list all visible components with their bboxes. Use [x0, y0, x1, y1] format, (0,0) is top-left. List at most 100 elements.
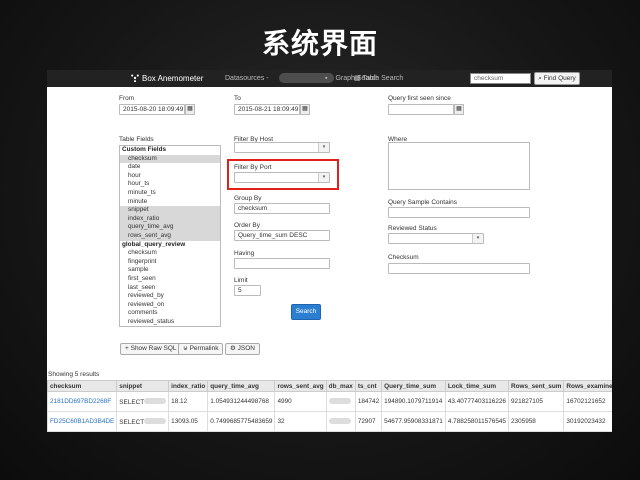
table-cell: 2305958 — [507, 411, 565, 432]
first-seen-calendar-icon[interactable]: ▦ — [454, 104, 464, 115]
field-option[interactable]: last_seen — [120, 284, 220, 293]
redacted-area — [328, 397, 351, 404]
find-query-label: Find Query — [543, 75, 576, 82]
field-option[interactable]: fingerprint — [120, 258, 220, 267]
field-option[interactable]: index_ratio — [120, 214, 220, 224]
datasources-menu[interactable]: Datasources - — [225, 70, 269, 87]
plus-icon: + — [125, 345, 129, 352]
table-cell: 0.7499685775483659 — [207, 411, 276, 432]
table-fields-listbox[interactable]: Custom Fields checksum date hour hour_ts minu… — [119, 145, 221, 327]
first-seen-input[interactable] — [388, 104, 454, 115]
brand-link[interactable]: Box Anemometer — [131, 70, 203, 87]
search-icon: ⌕ — [538, 75, 542, 82]
to-input[interactable]: 2015-08-21 18:09:49 — [234, 104, 300, 115]
gear-icon: ⚙ — [230, 345, 236, 352]
field-option[interactable]: first_seen — [120, 275, 220, 284]
field-option[interactable]: sample — [120, 266, 220, 275]
order-by-input[interactable]: Query_time_sum DESC — [234, 230, 330, 241]
filter-port-highlight-box — [227, 159, 339, 190]
order-by-label: Order By — [234, 222, 261, 229]
field-option[interactable]: minute — [120, 198, 220, 207]
redacted-area — [144, 397, 167, 404]
field-option[interactable]: reviewed_on — [120, 301, 220, 310]
table-cell: 1.054931244498768 — [207, 391, 276, 412]
to-calendar-icon[interactable]: ▦ — [300, 104, 310, 115]
reviewed-status-select[interactable]: ▾ — [388, 233, 484, 244]
table-cell: 16702121652 — [563, 391, 612, 412]
from-input[interactable]: 2015-08-20 18:09:49 — [119, 104, 185, 115]
field-option[interactable]: query_time_avg — [120, 223, 220, 232]
column-header[interactable]: index_ratio — [168, 380, 209, 392]
column-header[interactable]: Rows_sent_sum — [507, 380, 565, 392]
column-header[interactable]: query_time_avg — [207, 380, 276, 392]
app-window: Box Anemometer Datasources - ▪ Graph Sea… — [47, 70, 612, 432]
field-option[interactable]: hour_ts — [120, 180, 220, 189]
column-header[interactable]: snippet — [116, 380, 170, 392]
having-label: Having — [234, 250, 255, 257]
checksum-link[interactable]: 2181DD697BD2268F — [50, 398, 111, 405]
having-input[interactable] — [234, 258, 330, 269]
checksum-input[interactable] — [388, 263, 530, 274]
group-by-label: Group By — [234, 195, 262, 202]
table-row: FD25C60B1AD3B4DE SELECT 13093.05 0.74996857… — [47, 411, 612, 432]
group-by-input[interactable]: checksum — [234, 203, 330, 214]
table-search-link[interactable]: ▦ Table Search — [354, 70, 403, 87]
search-button[interactable]: Search — [291, 304, 321, 320]
field-option[interactable]: hour — [120, 172, 220, 181]
table-cell: 32 — [274, 411, 327, 432]
sample-contains-input[interactable] — [388, 207, 530, 218]
column-header[interactable]: Lock_time_sum — [444, 380, 509, 392]
table-cell: SELECT — [116, 391, 170, 412]
first-seen-label: Query first seen since — [388, 95, 451, 102]
table-cell[interactable]: FD25C60B1AD3B4DE — [47, 411, 118, 432]
json-label: JSON — [237, 345, 255, 352]
field-option[interactable]: minute_ts — [120, 189, 220, 198]
field-option[interactable]: rows_sent_avg — [120, 231, 220, 241]
column-header[interactable]: Rows_examined_sum — [563, 380, 612, 392]
picture-icon: ▪ — [325, 75, 328, 82]
json-button[interactable]: ⚙ JSON — [225, 343, 260, 355]
anemometer-logo-icon — [131, 74, 139, 82]
field-option[interactable]: comments — [120, 309, 220, 318]
table-cell: 43.40777403116226 — [444, 391, 509, 412]
table-cell[interactable]: 2181DD697BD2268F — [47, 391, 118, 412]
filter-host-select[interactable]: ▾ — [234, 142, 330, 153]
checksum-link[interactable]: FD25C60B1AD3B4DE — [50, 418, 114, 425]
table-cell: 184742 — [354, 391, 383, 412]
column-header[interactable]: db_max — [325, 380, 356, 392]
permalink-button[interactable]: ⊍ Permalink — [178, 343, 224, 355]
column-header[interactable]: rows_sent_avg — [274, 380, 327, 392]
field-option[interactable]: reviewed_status — [120, 318, 220, 326]
table-row: 2181DD697BD2268F SELECT 18.12 1.05493124449… — [47, 391, 612, 412]
table-cell: 18.12 — [168, 391, 209, 412]
limit-input[interactable]: 5 — [234, 285, 261, 296]
table-cell: SELECT — [116, 411, 170, 432]
where-textarea[interactable] — [388, 142, 530, 190]
table-cell: 54677.95908331871 — [381, 411, 446, 432]
slide-title: 系统界面 — [261, 27, 378, 60]
permalink-label: Permalink — [189, 345, 219, 352]
nav-search-input[interactable]: checksum — [470, 73, 531, 84]
field-option[interactable]: date — [120, 163, 220, 172]
from-calendar-icon[interactable]: ▦ — [185, 104, 195, 115]
table-cell: 194890.1079711914 — [381, 391, 446, 412]
find-query-button[interactable]: ⌕ Find Query — [534, 72, 580, 85]
field-group-label: Custom Fields — [122, 146, 167, 153]
column-header[interactable]: checksum — [47, 380, 118, 392]
table-cell: 4990 — [274, 391, 327, 412]
results-header-row: checksum snippet index_ratio query_time_avg… — [47, 380, 612, 392]
reviewed-status-label: Reviewed Status — [388, 225, 437, 232]
brand-label: Box Anemometer — [142, 74, 204, 83]
table-cell — [325, 411, 356, 432]
checksum-label: Checksum — [388, 254, 419, 261]
field-option[interactable]: snippet — [120, 206, 220, 215]
table-cell: 4.788258011576545 — [444, 411, 509, 432]
table-cell: 13093.05 — [168, 411, 209, 432]
column-header[interactable]: Query_time_sum — [381, 380, 446, 392]
show-raw-sql-button[interactable]: + Show Raw SQL — [120, 343, 182, 355]
field-option[interactable]: checksum — [120, 154, 220, 164]
show-raw-sql-label: Show Raw SQL — [130, 345, 177, 352]
field-option[interactable]: checksum — [120, 249, 220, 258]
field-option[interactable]: reviewed_by — [120, 292, 220, 301]
column-header[interactable]: ts_cnt — [354, 380, 383, 392]
